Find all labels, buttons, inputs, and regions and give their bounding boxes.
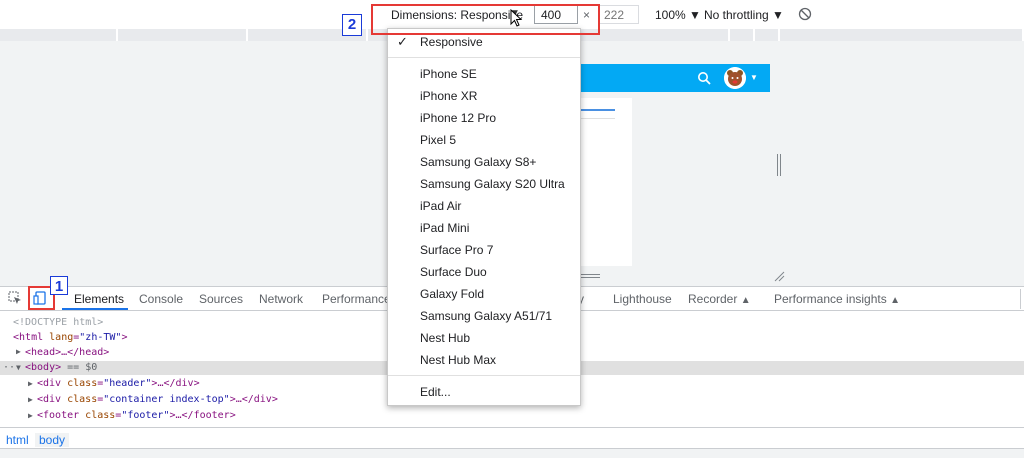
media-query-segment[interactable] [730,29,755,41]
doctype-node[interactable]: <!DOCTYPE html> [13,317,103,328]
drawer-bar [0,448,1024,458]
resize-corner-handle[interactable] [773,270,785,282]
html-node[interactable]: <html lang="zh-TW"> [13,332,127,343]
experiment-icon: ▲ [740,295,751,306]
annotation-label-1: 1 [50,276,68,295]
inspect-element-icon[interactable] [8,291,22,305]
avatar[interactable] [724,67,746,89]
tab-sources[interactable]: Sources [199,292,243,306]
menu-item-device[interactable]: iPhone 12 Pro [420,111,496,125]
checkmark-icon: ✓ [397,34,408,49]
menu-item-device[interactable]: Surface Duo [420,265,487,279]
menu-item-device[interactable]: Galaxy Fold [420,287,484,301]
body-node[interactable]: <body> == $0 [25,362,97,373]
annotation-label-2: 2 [342,14,362,36]
panel-divider [1020,289,1024,309]
tab-network[interactable]: Network [259,292,303,306]
throttling-dropdown[interactable]: No throttling ▼ [704,8,784,22]
rotate-icon[interactable] [798,7,812,21]
mouse-cursor-icon [510,9,523,27]
menu-item-device[interactable]: Samsung Galaxy A51/71 [420,309,552,323]
div-class-attr: class [67,378,98,389]
search-icon[interactable] [697,71,711,85]
tab-lighthouse[interactable]: Lighthouse [613,292,672,306]
resize-handle-vertical[interactable] [776,154,782,176]
menu-item-device[interactable]: iPad Mini [420,221,469,235]
html-lang-attr: lang [49,332,74,343]
breadcrumb-body[interactable]: body [35,433,70,447]
media-query-segment[interactable] [118,29,248,41]
tab-recorder-label: Recorder [688,292,738,306]
expand-triangle-icon[interactable]: ▶ [16,347,21,356]
div-header-class: "header" [103,378,152,389]
breadcrumb: html body [0,427,1024,448]
menu-item-device[interactable]: Pixel 5 [420,133,456,147]
media-query-segment[interactable] [780,29,1024,41]
resize-handle-horizontal[interactable] [580,273,600,279]
menu-item-device[interactable]: iPhone SE [420,67,477,81]
menu-item-device[interactable]: Samsung Galaxy S8+ [420,155,536,169]
div-container-node[interactable]: <div class="container index-top">…</div> [37,394,278,405]
collapse-triangle-icon[interactable]: ▼ [16,363,21,372]
tab-elements[interactable]: Elements [74,292,124,306]
highlight-box-2 [371,4,600,35]
menu-item-edit[interactable]: Edit... [420,385,451,399]
media-query-segment[interactable] [0,29,118,41]
media-query-segment[interactable] [580,29,730,41]
body-tag: <body> [25,362,62,373]
expand-triangle-icon[interactable]: ▶ [28,411,33,420]
chevron-down-icon[interactable]: ▼ [750,73,758,82]
menu-item-device[interactable]: iPad Air [420,199,461,213]
menu-divider [388,375,580,376]
device-dropdown-menu: ✓ Responsive iPhone SE iPhone XR iPhone … [387,28,581,406]
zoom-dropdown[interactable]: 100% ▼ [655,8,701,22]
footer-class: "footer" [121,410,170,421]
menu-item-device[interactable]: Nest Hub [420,331,470,345]
menu-item-responsive[interactable]: Responsive [420,35,483,49]
height-input[interactable] [599,5,639,24]
expand-triangle-icon[interactable]: ▶ [28,379,33,388]
div-container-class: "container index-top" [103,394,230,405]
breadcrumb-html[interactable]: html [2,433,33,447]
div-header-node[interactable]: <div class="header">…</div> [37,378,200,389]
experiment-icon: ▲ [890,295,900,306]
throttling-value: No throttling [704,8,769,22]
menu-item-device[interactable]: Nest Hub Max [420,353,496,367]
head-node[interactable]: <head>…</head> [25,347,109,358]
tab-performance[interactable]: Performance [322,292,391,306]
html-lang-value: "zh-TW" [79,332,122,343]
menu-divider [388,57,580,58]
tab-performance-insights[interactable]: Performance insights ▲ [774,292,900,306]
media-query-segment[interactable] [755,29,780,41]
tab-console[interactable]: Console [139,292,183,306]
menu-item-device[interactable]: Surface Pro 7 [420,243,493,257]
expand-triangle-icon[interactable]: ▶ [28,395,33,404]
body-console-ref: == $0 [61,362,98,373]
zoom-value: 100% [655,8,686,22]
tab-recorder[interactable]: Recorder ▲ [688,292,751,306]
tab-performance-insights-label: Performance insights [774,292,887,306]
html-tag: html [19,332,44,343]
active-tab-indicator [62,308,128,310]
menu-item-device[interactable]: Samsung Galaxy S20 Ultra [420,177,565,191]
footer-node[interactable]: <footer class="footer">…</footer> [37,410,236,421]
menu-item-device[interactable]: iPhone XR [420,89,477,103]
